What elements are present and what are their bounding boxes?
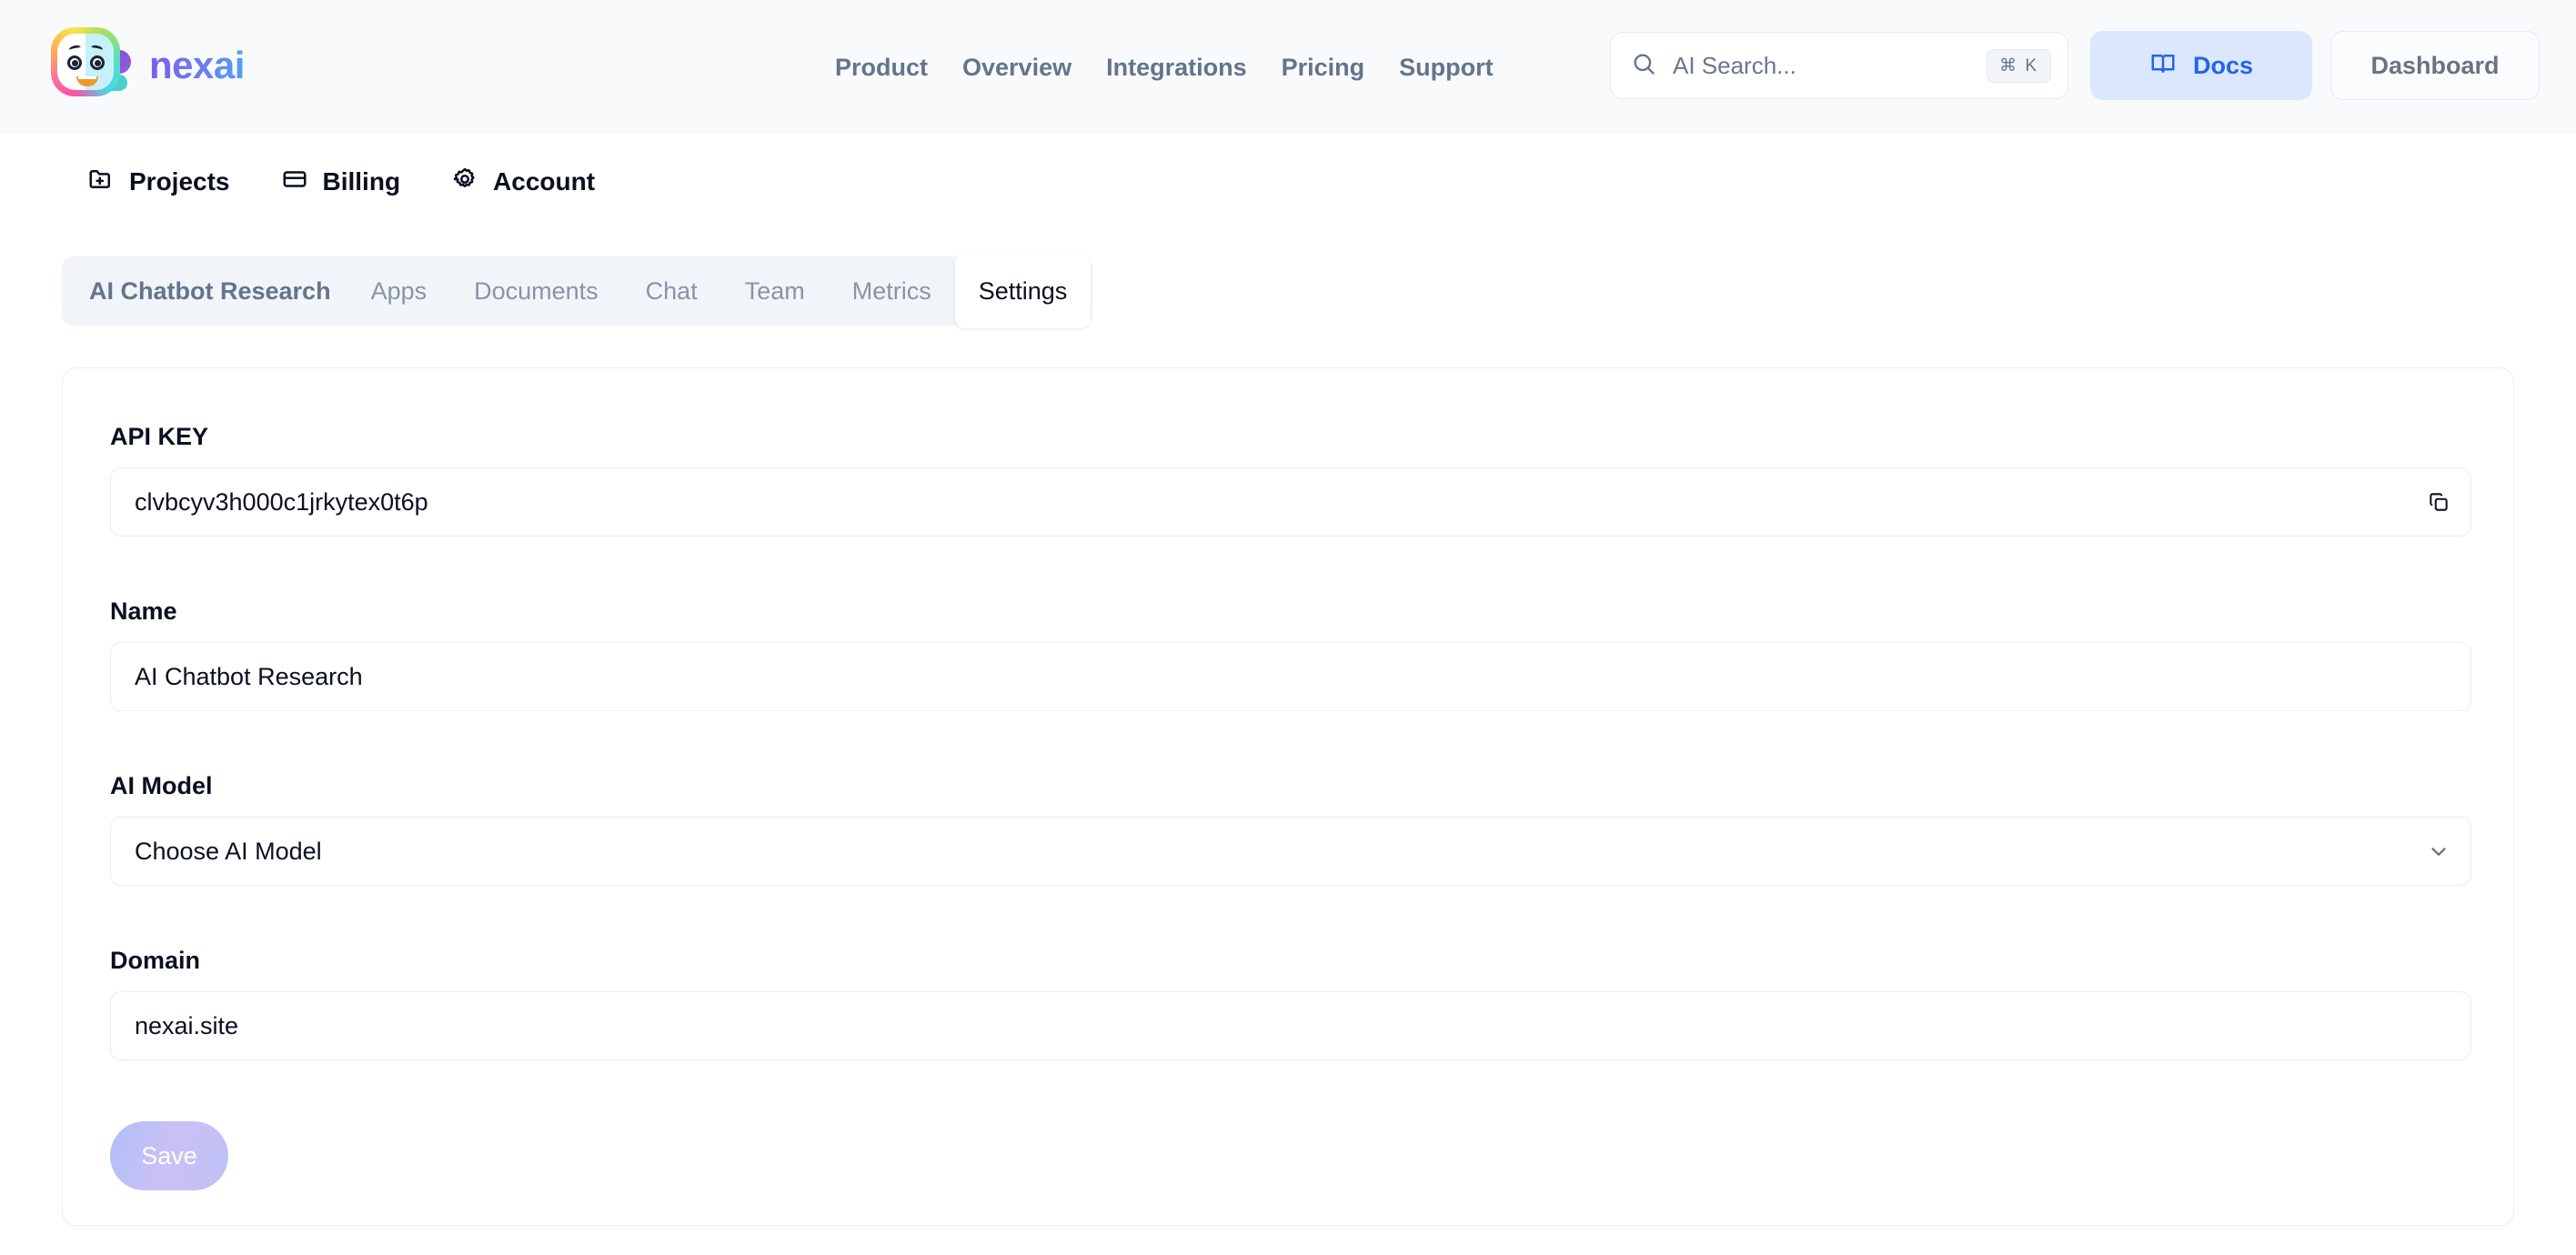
copy-icon[interactable] (2427, 490, 2450, 514)
logo-bot-face (57, 34, 114, 90)
api-key-input[interactable]: clvbcyv3h000c1jrkytex0t6p (110, 467, 2471, 537)
ai-model-select[interactable]: Choose AI Model (110, 817, 2471, 886)
docs-button-label: Docs (2192, 51, 2254, 79)
tab-settings[interactable]: Settings (954, 254, 1092, 328)
subnav-label-billing: Billing (322, 166, 401, 196)
api-key-value: clvbcyv3h000c1jrkytex0t6p (135, 487, 428, 516)
domain-input[interactable]: nexai.site (110, 991, 2471, 1060)
domain-value: nexai.site (135, 1011, 239, 1039)
brand-logo[interactable]: nexai (51, 27, 245, 104)
field-name: Name AI Chatbot Research (110, 597, 2471, 711)
save-button[interactable]: Save (110, 1121, 228, 1190)
brand-name: nexai (149, 44, 245, 86)
tab-team[interactable]: Team (721, 256, 829, 326)
search-placeholder: AI Search... (1673, 51, 1796, 79)
search-shortcut-badge: ⌘ K (1987, 48, 2051, 83)
field-api-key: API KEY clvbcyv3h000c1jrkytex0t6p (110, 423, 2471, 537)
gear-icon (451, 166, 478, 197)
nav-link-pricing[interactable]: Pricing (1282, 54, 1365, 82)
logo-eye-left (67, 55, 82, 70)
tab-metrics[interactable]: Metrics (829, 256, 955, 326)
name-input[interactable]: AI Chatbot Research (110, 642, 2471, 711)
logo-eyebrow-left (68, 44, 82, 54)
label-ai-model: AI Model (110, 772, 213, 799)
secondary-nav: Projects Billing Account (87, 166, 595, 197)
dashboard-button-label: Dashboard (2370, 51, 2500, 79)
top-header: nexai Product Overview Integrations Pric… (0, 0, 2576, 135)
book-icon (2149, 50, 2177, 82)
label-api-key: API KEY (110, 423, 209, 450)
nav-link-product[interactable]: Product (835, 54, 928, 82)
project-title: AI Chatbot Research (89, 276, 331, 305)
search-input[interactable]: AI Search... ⌘ K (1610, 32, 2068, 99)
nav-link-integrations[interactable]: Integrations (1106, 54, 1247, 82)
label-domain: Domain (110, 947, 201, 974)
credit-card-icon (281, 166, 308, 197)
field-ai-model: AI Model Choose AI Model (110, 772, 2471, 886)
name-value: AI Chatbot Research (135, 662, 363, 690)
settings-card: API KEY clvbcyv3h000c1jrkytex0t6p Name A… (62, 367, 2514, 1226)
dashboard-button[interactable]: Dashboard (2330, 31, 2540, 100)
nav-link-overview[interactable]: Overview (962, 54, 1072, 82)
project-tab-bar: AI Chatbot Research Apps Documents Chat … (62, 254, 1093, 328)
search-icon (1631, 51, 1656, 81)
main-nav: Product Overview Integrations Pricing Su… (835, 0, 1494, 135)
docs-button[interactable]: Docs (2090, 31, 2312, 100)
folder-plus-icon (87, 166, 115, 197)
chevron-down-icon[interactable] (2427, 839, 2450, 863)
logo-smile (76, 76, 98, 86)
nav-link-support[interactable]: Support (1399, 54, 1493, 82)
subnav-item-billing[interactable]: Billing (281, 166, 401, 197)
subnav-item-projects[interactable]: Projects (87, 166, 230, 197)
tab-documents[interactable]: Documents (450, 256, 622, 326)
field-domain: Domain nexai.site (110, 947, 2471, 1060)
nexai-bot-logo-icon (51, 27, 131, 104)
save-button-label: Save (141, 1141, 197, 1170)
ai-model-value: Choose AI Model (135, 837, 322, 865)
label-name: Name (110, 597, 177, 625)
logo-eye-right (90, 55, 105, 70)
subnav-item-account[interactable]: Account (451, 166, 595, 197)
logo-eyebrow-right (90, 44, 104, 54)
tab-chat[interactable]: Chat (622, 256, 721, 326)
subnav-label-projects: Projects (129, 166, 230, 196)
logo-rainbow-ring (51, 27, 120, 96)
tab-apps[interactable]: Apps (347, 256, 451, 326)
subnav-label-account: Account (493, 166, 596, 196)
